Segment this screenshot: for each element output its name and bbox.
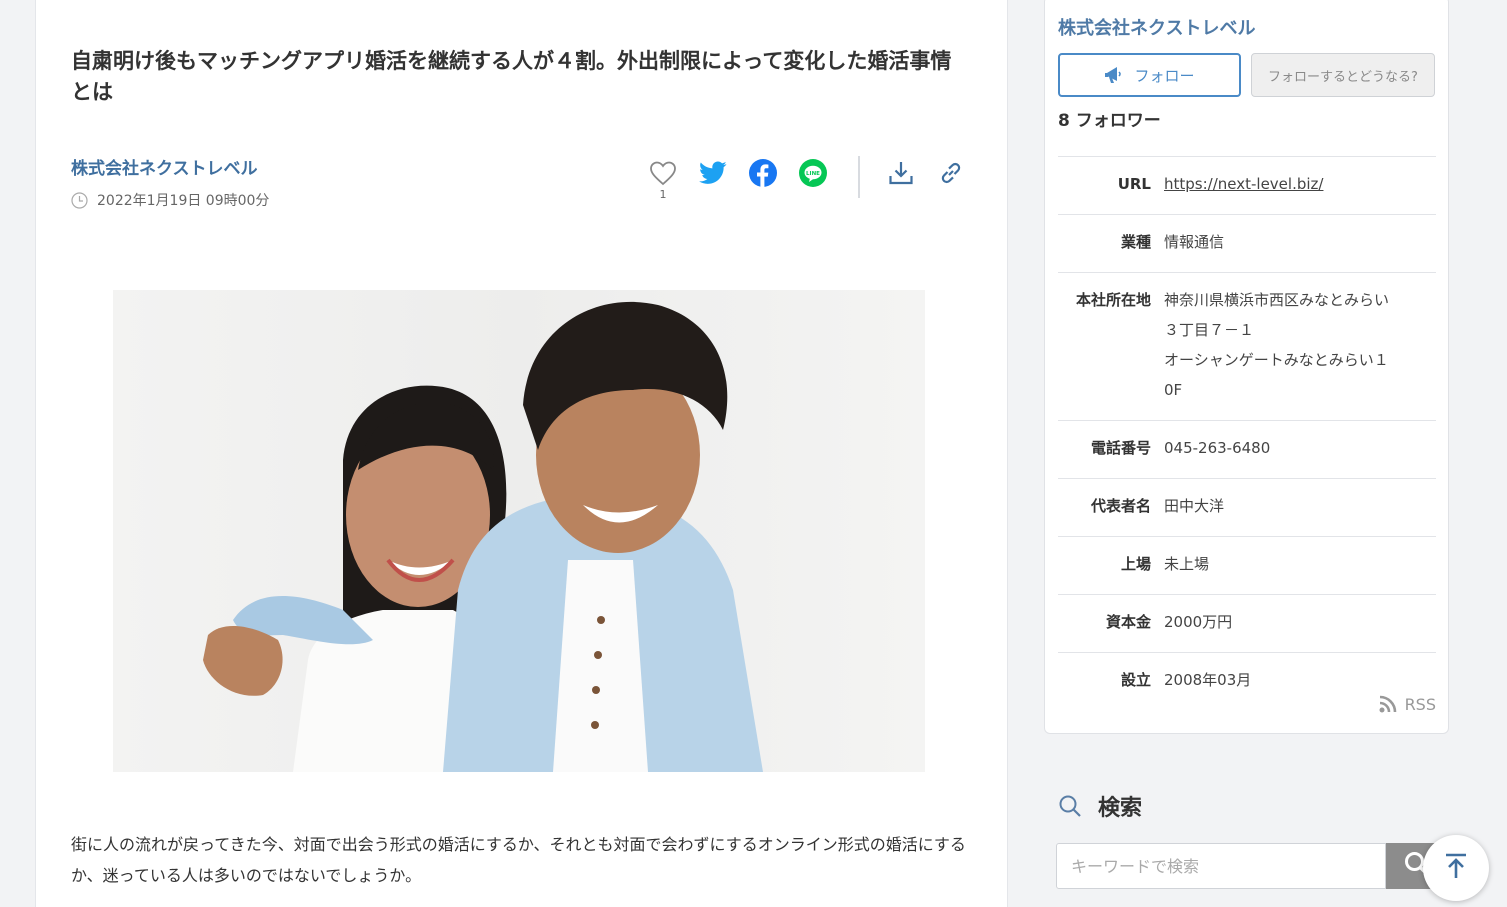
link-icon[interactable] [936,158,966,188]
article-photo [113,290,925,772]
info-value: 045-263-6480 [1164,439,1271,457]
info-label: 電話番号 [1090,439,1151,457]
share-actions: 1 LINE [648,156,966,201]
heart-icon[interactable] [648,158,678,188]
info-label: 代表者名 [1090,497,1151,515]
info-value: 田中大洋 [1164,497,1225,515]
info-row-listing: 上場 未上場 [1058,537,1436,595]
info-value: 情報通信 [1164,233,1225,251]
info-row-ceo: 代表者名 田中大洋 [1058,479,1436,537]
info-value: 未上場 [1164,555,1210,573]
company-card: 株式会社ネクストレベル フォロー フォローするとどうなる? 8 フォロワー UR… [1044,0,1449,734]
divider [858,156,860,198]
info-row-capital: 資本金 2000万円 [1058,595,1436,653]
follower-count: 8 フォロワー [1058,111,1161,131]
address-line: オーシャンゲートみなとみらい１ [1164,351,1389,369]
info-row-url: URL https://next-level.biz/ [1058,157,1436,215]
company-url-link[interactable]: https://next-level.biz/ [1164,169,1323,199]
clock-icon [71,191,88,209]
search-icon [1058,794,1082,818]
info-label: 業種 [1120,233,1151,251]
twitter-icon[interactable] [698,158,728,188]
follow-button[interactable]: フォロー [1058,53,1241,97]
address-line: 0F [1164,381,1183,399]
address-line: 神奈川県横浜市西区みなとみらい [1164,291,1390,309]
info-value-address: 神奈川県横浜市西区みなとみらい ３丁目７－１ オーシャンゲートみなとみらい１ 0… [1164,285,1389,405]
line-icon[interactable]: LINE [798,158,828,188]
rss-icon [1378,694,1398,714]
info-label: 本社所在地 [1075,291,1151,309]
megaphone-icon [1104,65,1126,85]
info-label: 資本金 [1105,613,1151,631]
like-count: 1 [659,188,667,201]
company-info-table: URL https://next-level.biz/ 業種 情報通信 本社所在… [1058,156,1436,710]
article-body: 街に人の流れが戻ってきた今、対面で出会う形式の婚活にするか、それとも対面で会わず… [71,835,966,885]
follow-button-label: フォロー [1134,66,1195,85]
download-icon[interactable] [886,158,916,188]
facebook-icon[interactable] [748,158,778,188]
rss-label: RSS [1404,694,1436,714]
search-input[interactable] [1056,843,1386,889]
article-panel: 自粛明け後もマッチングアプリ婚活を継続する人が４割。外出制限によって変化した婚活… [35,0,1008,907]
search-heading-label: 検索 [1098,796,1143,821]
info-label: 上場 [1120,555,1151,573]
info-row-phone: 電話番号 045-263-6480 [1058,421,1436,479]
arrow-up-icon [1442,852,1470,884]
search-heading: 検索 [1058,790,1142,822]
rss-link[interactable]: RSS [1378,694,1436,714]
publish-date: 2022年1月19日 09時00分 [71,190,269,210]
publish-date-text: 2022年1月19日 09時00分 [97,193,270,209]
address-line: ３丁目７－１ [1164,321,1255,339]
company-link[interactable]: 株式会社ネクストレベル [71,154,258,179]
info-value: 2000万円 [1164,613,1233,631]
article-title: 自粛明け後もマッチングアプリ婚活を継続する人が４割。外出制限によって変化した婚活… [71,49,952,104]
info-value: 2008年03月 [1164,671,1252,689]
info-row-address: 本社所在地 神奈川県横浜市西区みなとみらい ３丁目７－１ オーシャンゲートみなと… [1058,273,1436,421]
info-row-industry: 業種 情報通信 [1058,215,1436,273]
like-button[interactable]: 1 [648,158,678,201]
info-label: 設立 [1120,671,1151,689]
sidebar-company-link[interactable]: 株式会社ネクストレベル [1058,14,1255,40]
info-label: URL [1117,175,1151,193]
follow-help-button[interactable]: フォローするとどうなる? [1251,53,1435,97]
back-to-top-button[interactable] [1423,835,1489,901]
svg-text:LINE: LINE [806,171,820,177]
